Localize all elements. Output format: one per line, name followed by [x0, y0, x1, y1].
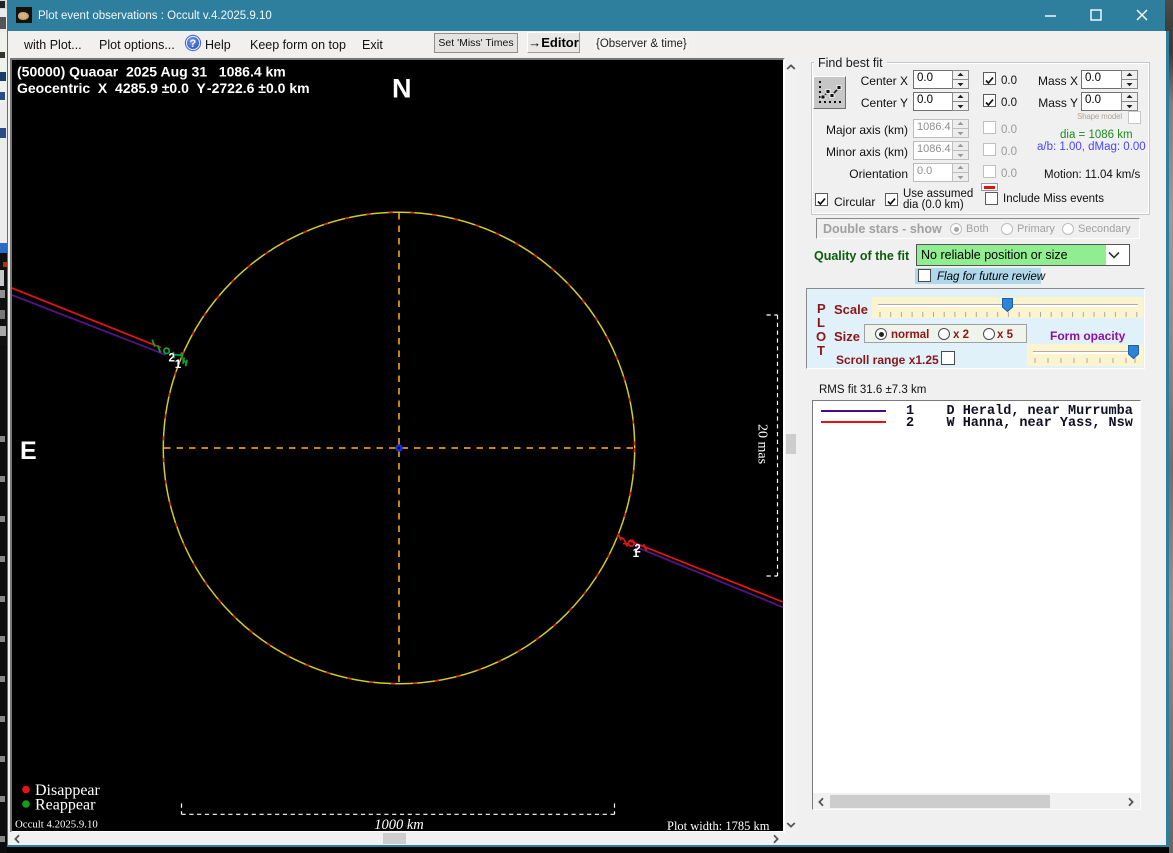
svg-text:1: 1: [175, 359, 182, 371]
svg-text:Occult 4.2025.9.10: Occult 4.2025.9.10: [15, 819, 98, 831]
svg-text:Geocentric X 4285.9 ±0.0 Y: Geocentric X 4285.9 ±0.0 Y -2722.6 ±0.0 …: [17, 80, 310, 96]
svg-text:E: E: [20, 437, 37, 465]
svg-text:N: N: [392, 74, 412, 104]
svg-text:(50000) Quaoar 2025 Aug 31: (50000) Quaoar 2025 Aug 31 1086.4 km: [17, 64, 286, 80]
svg-text:1000 km: 1000 km: [374, 817, 424, 831]
svg-text:20 mas: 20 mas: [755, 424, 770, 464]
svg-text:Plot width: 1785 km: Plot width: 1785 km: [667, 819, 770, 831]
svg-text:Reappear: Reappear: [35, 797, 96, 814]
svg-text:1: 1: [633, 548, 640, 560]
